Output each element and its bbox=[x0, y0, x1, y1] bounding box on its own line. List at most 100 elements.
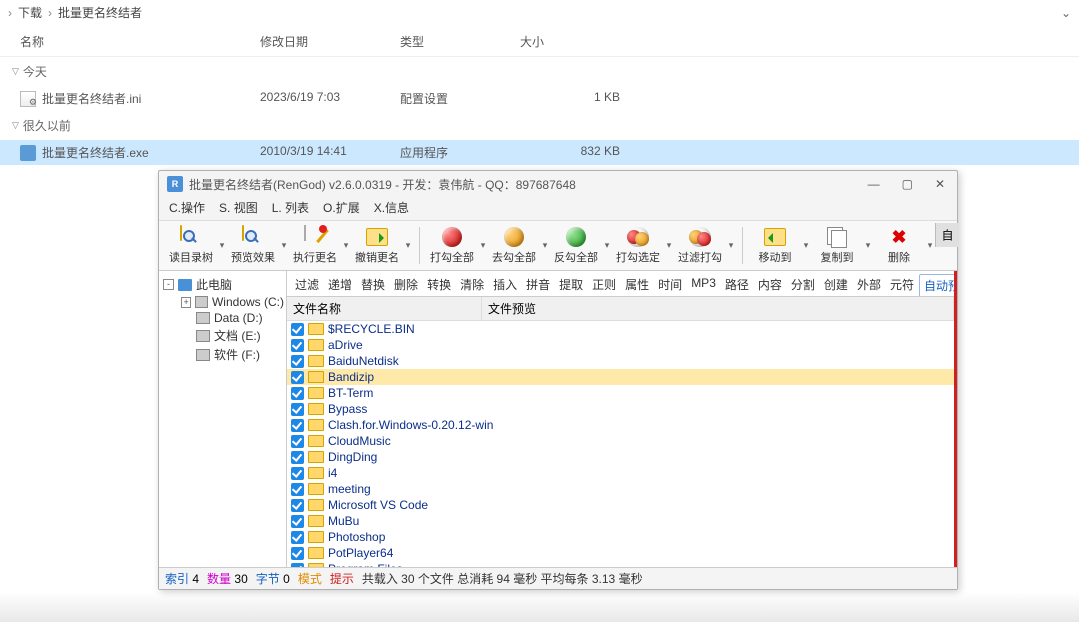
list-item[interactable]: MuBu bbox=[287, 513, 954, 529]
dropdown-arrow-icon[interactable]: ▾ bbox=[602, 240, 612, 251]
list-item[interactable]: Clash.for.Windows-0.20.12-win bbox=[287, 417, 954, 433]
dropdown-arrow-icon[interactable]: ▾ bbox=[726, 240, 736, 251]
tab-创建[interactable]: 创建 bbox=[820, 274, 852, 296]
group-header[interactable]: ▽今天 bbox=[0, 57, 1079, 86]
tab-删除[interactable]: 删除 bbox=[390, 274, 422, 296]
list-item[interactable]: i4 bbox=[287, 465, 954, 481]
list-item[interactable]: $RECYCLE.BIN bbox=[287, 321, 954, 337]
close-button[interactable]: ✕ bbox=[931, 177, 949, 191]
list-item[interactable]: Bypass bbox=[287, 401, 954, 417]
tab-MP3[interactable]: MP3 bbox=[687, 274, 720, 296]
dropdown-arrow-icon[interactable]: ▾ bbox=[664, 240, 674, 251]
tab-属性[interactable]: 属性 bbox=[621, 274, 653, 296]
menu-item[interactable]: C.操作 bbox=[169, 199, 205, 216]
list-item[interactable]: Photoshop bbox=[287, 529, 954, 545]
file-row[interactable]: 批量更名终结者.exe2010/3/19 14:41应用程序832 KB bbox=[0, 140, 1079, 165]
crumb-1[interactable]: 批量更名终结者 bbox=[58, 4, 142, 21]
tab-路径[interactable]: 路径 bbox=[721, 274, 753, 296]
breadcrumb[interactable]: › 下载 › 批量更名终结者 ⌄ bbox=[0, 0, 1079, 25]
do-rename-button[interactable]: 执行更名 bbox=[289, 223, 341, 268]
tab-正则[interactable]: 正则 bbox=[588, 274, 620, 296]
tab-内容[interactable]: 内容 bbox=[754, 274, 786, 296]
check-sel-button[interactable]: 打勾选定 bbox=[612, 223, 664, 268]
expand-toggle-icon[interactable]: - bbox=[163, 279, 174, 290]
copy-to-button[interactable]: 复制到 bbox=[811, 223, 863, 268]
tree-node[interactable]: +Windows (C:) bbox=[161, 294, 284, 310]
preview-button[interactable]: 预览效果 bbox=[227, 223, 279, 268]
list-item[interactable]: Bandizip bbox=[287, 369, 954, 385]
tab-提取[interactable]: 提取 bbox=[555, 274, 587, 296]
tab-拼音[interactable]: 拼音 bbox=[522, 274, 554, 296]
tree-node[interactable]: Data (D:) bbox=[161, 310, 284, 326]
dropdown-arrow-icon[interactable]: ▾ bbox=[341, 240, 351, 251]
minimize-button[interactable]: — bbox=[864, 177, 884, 191]
dropdown-arrow-icon[interactable]: ▾ bbox=[279, 240, 289, 251]
tree-node[interactable]: 文档 (E:) bbox=[161, 326, 284, 345]
checkbox-icon[interactable] bbox=[291, 467, 304, 480]
list-item[interactable]: Microsoft VS Code bbox=[287, 497, 954, 513]
dropdown-arrow-icon[interactable]: ▾ bbox=[925, 240, 935, 251]
dropdown-arrow-icon[interactable]: ▾ bbox=[478, 240, 488, 251]
checkbox-icon[interactable] bbox=[291, 387, 304, 400]
invert-all-button[interactable]: 反勾全部 bbox=[550, 223, 602, 268]
chevron-down-icon[interactable]: ⌄ bbox=[1061, 6, 1071, 20]
tab-插入[interactable]: 插入 bbox=[489, 274, 521, 296]
tab-外部[interactable]: 外部 bbox=[853, 274, 885, 296]
checkbox-icon[interactable] bbox=[291, 419, 304, 432]
checkbox-icon[interactable] bbox=[291, 499, 304, 512]
col-modified[interactable]: 修改日期 bbox=[260, 33, 400, 50]
dropdown-arrow-icon[interactable]: ▾ bbox=[217, 240, 227, 251]
checkbox-icon[interactable] bbox=[291, 435, 304, 448]
menu-item[interactable]: X.信息 bbox=[374, 199, 409, 216]
tab-替换[interactable]: 替换 bbox=[357, 274, 389, 296]
menu-item[interactable]: O.扩展 bbox=[323, 199, 360, 216]
list-item[interactable]: DingDing bbox=[287, 449, 954, 465]
tab-元符[interactable]: 元符 bbox=[886, 274, 918, 296]
check-all-button[interactable]: 打勾全部 bbox=[426, 223, 478, 268]
checkbox-icon[interactable] bbox=[291, 483, 304, 496]
file-row[interactable]: 批量更名终结者.ini2023/6/19 7:03配置设置1 KB bbox=[0, 86, 1079, 111]
checkbox-icon[interactable] bbox=[291, 563, 304, 568]
checkbox-icon[interactable] bbox=[291, 339, 304, 352]
undo-rename-button[interactable]: 撤销更名 bbox=[351, 223, 403, 268]
checkbox-icon[interactable] bbox=[291, 323, 304, 336]
tab-清除[interactable]: 清除 bbox=[456, 274, 488, 296]
checkbox-icon[interactable] bbox=[291, 355, 304, 368]
tab-递增[interactable]: 递增 bbox=[324, 274, 356, 296]
dropdown-arrow-icon[interactable]: ▾ bbox=[863, 240, 873, 251]
col-name[interactable]: 名称 bbox=[20, 33, 260, 50]
tab-分割[interactable]: 分割 bbox=[787, 274, 819, 296]
menu-item[interactable]: L. 列表 bbox=[272, 199, 309, 216]
list-item[interactable]: PotPlayer64 bbox=[287, 545, 954, 561]
tree-node[interactable]: 软件 (F:) bbox=[161, 345, 284, 364]
uncheck-all-button[interactable]: 去勾全部 bbox=[488, 223, 540, 268]
delete-button[interactable]: ✖删除 bbox=[873, 223, 925, 268]
col-size[interactable]: 大小 bbox=[520, 33, 620, 50]
col-file-name[interactable]: 文件名称 bbox=[287, 297, 482, 320]
checkbox-icon[interactable] bbox=[291, 451, 304, 464]
checkbox-icon[interactable] bbox=[291, 403, 304, 416]
side-tab[interactable]: 自 bbox=[935, 223, 959, 247]
dropdown-arrow-icon[interactable]: ▾ bbox=[403, 240, 413, 251]
col-type[interactable]: 类型 bbox=[400, 33, 520, 50]
maximize-button[interactable]: ▢ bbox=[898, 177, 917, 191]
list-item[interactable]: CloudMusic bbox=[287, 433, 954, 449]
dropdown-arrow-icon[interactable]: ▾ bbox=[540, 240, 550, 251]
expand-toggle-icon[interactable]: + bbox=[181, 297, 191, 308]
list-item[interactable]: BaiduNetdisk bbox=[287, 353, 954, 369]
tab-转换[interactable]: 转换 bbox=[423, 274, 455, 296]
checkbox-icon[interactable] bbox=[291, 531, 304, 544]
dropdown-arrow-icon[interactable]: ▾ bbox=[801, 240, 811, 251]
list-item[interactable]: meeting bbox=[287, 481, 954, 497]
list-item[interactable]: BT-Term bbox=[287, 385, 954, 401]
filter-checks-button[interactable]: 过滤打勾 bbox=[674, 223, 726, 268]
group-header[interactable]: ▽很久以前 bbox=[0, 111, 1079, 140]
list-item[interactable]: aDrive bbox=[287, 337, 954, 353]
checkbox-icon[interactable] bbox=[291, 547, 304, 560]
col-file-preview[interactable]: 文件预览 bbox=[482, 297, 954, 320]
read-tree-button[interactable]: 读目录树 bbox=[165, 223, 217, 268]
checkbox-icon[interactable] bbox=[291, 371, 304, 384]
file-list[interactable]: $RECYCLE.BINaDriveBaiduNetdiskBandizipBT… bbox=[287, 321, 954, 567]
titlebar[interactable]: R 批量更名终结者(RenGod) v2.6.0.0319 - 开发：袁伟航 -… bbox=[159, 171, 957, 197]
checkbox-icon[interactable] bbox=[291, 515, 304, 528]
